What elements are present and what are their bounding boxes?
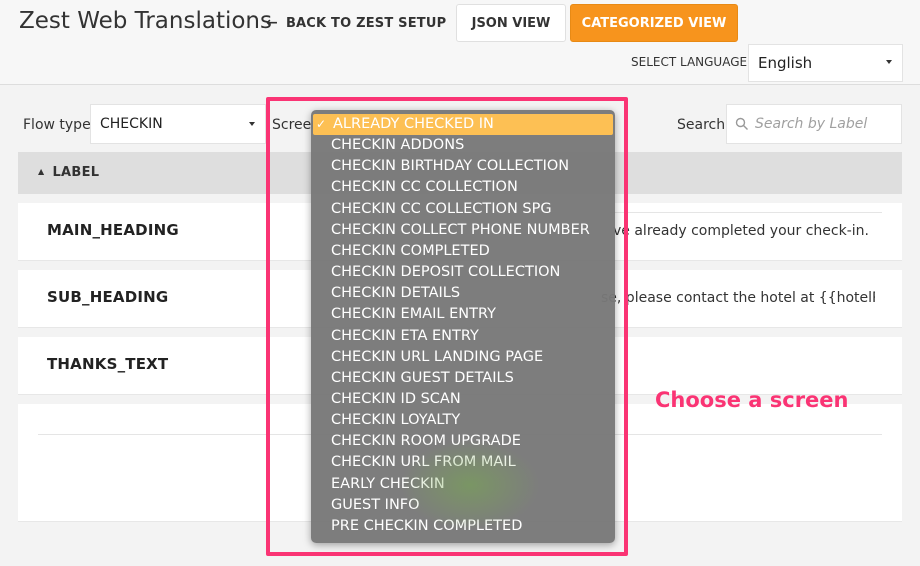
search-label: Search: [677, 117, 726, 133]
flow-type-value: CHECKIN: [100, 116, 163, 132]
sort-up-icon: ▲: [38, 167, 45, 176]
json-view-button[interactable]: JSON VIEW: [456, 4, 566, 42]
search-input[interactable]: [753, 115, 897, 133]
label-column-text: LABEL: [52, 165, 100, 180]
row-value[interactable]: ve already completed your check-in.: [613, 223, 875, 239]
row-value[interactable]: se, please contact the hotel at {{hotelP…: [601, 290, 875, 306]
highlight-box: [266, 97, 628, 556]
search-icon: [735, 117, 748, 130]
label-column-header[interactable]: ▲ LABEL: [38, 165, 99, 180]
app-title: Zest Web Translations: [19, 8, 272, 34]
back-to-setup-link[interactable]: ← BACK TO ZEST SETUP: [266, 15, 446, 31]
language-value: English: [758, 54, 813, 72]
back-link-label: BACK TO ZEST SETUP: [285, 16, 447, 31]
flow-type-label: Flow type: [23, 117, 91, 133]
search-box[interactable]: [726, 104, 902, 144]
value-field-border: [610, 212, 882, 213]
categorized-view-button[interactable]: CATEGORIZED VIEW: [570, 4, 738, 42]
row-key: THANKS_TEXT: [47, 355, 169, 373]
caret-down-icon: [886, 60, 892, 64]
select-language-label: SELECT LANGUAGE: [631, 55, 748, 69]
language-select[interactable]: English: [748, 44, 903, 82]
arrow-left-icon: ←: [266, 15, 278, 31]
caret-down-icon: [249, 122, 255, 126]
row-key: SUB_HEADING: [47, 288, 169, 306]
row-key: MAIN_HEADING: [47, 221, 179, 239]
flow-type-select[interactable]: CHECKIN: [90, 104, 266, 144]
annotation-text: Choose a screen: [655, 388, 849, 412]
